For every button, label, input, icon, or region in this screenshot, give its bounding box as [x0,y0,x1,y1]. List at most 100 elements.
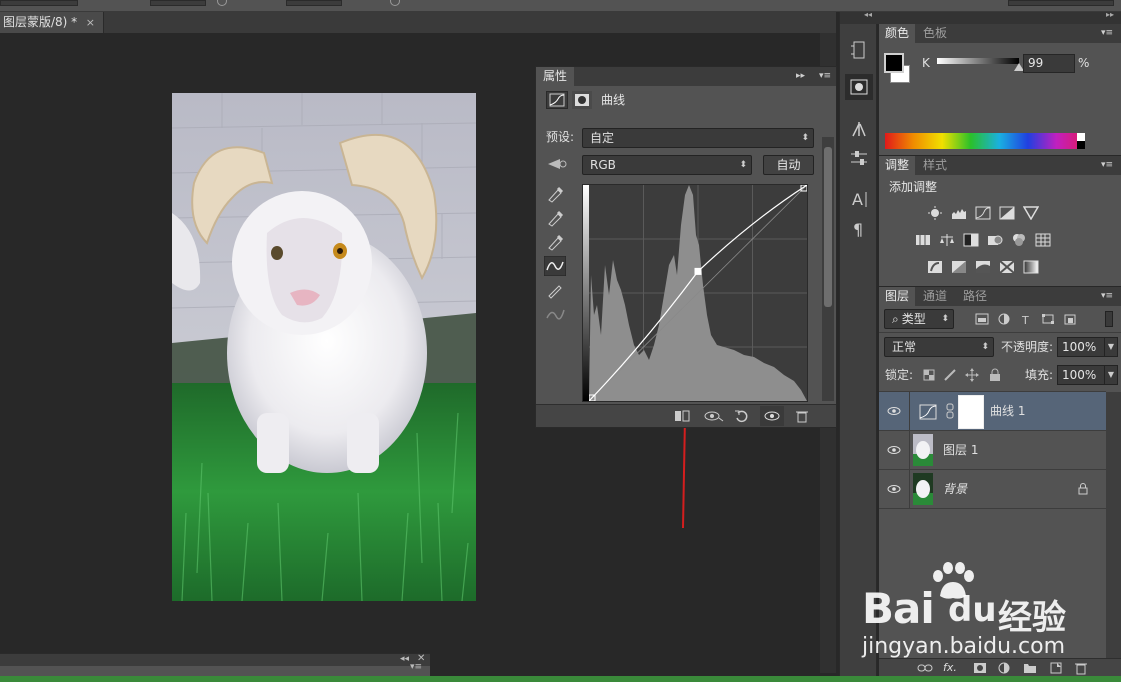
layer-mask-thumbnail[interactable] [958,395,984,429]
filter-kind-dropdown[interactable]: ⌕ 类型 ⬍ [884,309,954,329]
channel-mixer-icon[interactable] [1011,233,1027,247]
color-balance-icon[interactable] [939,233,955,247]
close-icon[interactable]: × [86,12,95,33]
k-value-input[interactable]: 99 [1023,54,1075,73]
layer-style-button[interactable]: fx. [943,661,957,674]
eye-icon[interactable] [887,406,901,416]
curves-adjustment-icon[interactable] [546,91,568,109]
threshold-icon[interactable] [975,260,991,274]
layer-row-curves[interactable]: 曲线 1 [879,392,1106,431]
channel-dropdown[interactable]: RGB ⬍ [582,155,752,175]
filter-shape-icon[interactable] [1041,313,1055,325]
properties-icon[interactable] [847,75,871,99]
panel-menu-icon[interactable]: ▾≡ [1101,156,1113,175]
tab-color[interactable]: 颜色 [879,24,916,43]
black-point-eyedropper-icon[interactable] [544,184,566,204]
eye-icon[interactable] [887,484,901,494]
layers-scrollbar[interactable] [1106,392,1121,658]
trash-icon[interactable] [795,409,809,423]
reset-icon[interactable] [734,409,750,423]
scrollbar-thumb[interactable] [824,147,832,307]
layer-row-layer1[interactable]: 图层 1 [879,431,1106,470]
brush-settings-icon[interactable] [847,146,871,170]
collapse-icon[interactable]: ◂◂ [400,654,409,664]
panel-menu-icon[interactable]: ▾≡ [1101,24,1113,43]
k-slider[interactable] [937,58,1019,64]
filter-toggle[interactable] [1105,311,1113,327]
exposure-icon[interactable] [999,206,1015,220]
smooth-icon[interactable] [544,304,566,324]
selective-color-icon[interactable] [999,260,1015,274]
color-ramp[interactable] [885,133,1085,149]
lock-transparent-icon[interactable] [923,369,935,381]
tab-adjustments[interactable]: 调整 [879,156,916,175]
pencil-icon[interactable] [544,280,566,300]
properties-tab[interactable]: 属性 [536,67,574,86]
paragraph-icon[interactable]: ¶ [847,217,871,241]
mask-icon[interactable] [572,91,592,109]
curve-point[interactable] [694,267,702,275]
gray-point-eyedropper-icon[interactable] [544,208,566,228]
posterize-icon[interactable] [951,260,967,274]
workspace-switcher[interactable] [1008,0,1114,6]
brush-presets-icon[interactable] [847,116,871,140]
photo-filter-icon[interactable] [987,233,1003,247]
options-circle-icon-2[interactable] [390,0,400,6]
layer-row-background[interactable]: 背景 [879,470,1106,509]
blend-mode-dropdown[interactable]: 正常 ⬍ [884,337,994,357]
tab-paths[interactable]: 路径 [957,287,993,306]
panel-menu-icon[interactable]: ▾≡ [1101,287,1113,306]
view-previous-state-icon[interactable] [704,409,724,423]
opacity-input[interactable]: 100% [1057,337,1105,357]
hue-saturation-icon[interactable] [915,233,931,247]
preset-dropdown[interactable]: 自定 ⬍ [582,128,814,148]
tab-channels[interactable]: 通道 [917,287,953,306]
levels-icon[interactable] [951,206,967,220]
tab-swatches[interactable]: 色板 [917,24,953,43]
brightness-contrast-icon[interactable] [927,206,943,220]
black-white-icon[interactable] [963,233,979,247]
tab-styles[interactable]: 样式 [917,156,953,175]
layer-thumbnail[interactable] [913,473,933,505]
panel-menu-icon[interactable]: ▾≡ [819,67,831,86]
visibility-toggle[interactable] [760,406,784,426]
filter-pixel-icon[interactable] [975,313,989,325]
filter-adjustment-icon[interactable] [997,313,1011,325]
new-adjustment-layer-icon[interactable] [997,661,1011,675]
fill-dropdown-arrow[interactable]: ▼ [1104,365,1118,385]
filter-type-icon[interactable]: T [1019,313,1033,325]
target-adjust-icon[interactable] [546,156,568,172]
collapse-icon[interactable]: ▸▸ [796,67,805,86]
tab-layers[interactable]: 图层 [879,287,916,306]
collapse-icon[interactable]: ▸▸ [1106,10,1114,19]
opacity-dropdown-arrow[interactable]: ▼ [1104,337,1118,357]
black-white-ramp[interactable] [1077,133,1085,149]
options-field[interactable] [150,0,206,6]
invert-icon[interactable] [927,260,943,274]
white-point-eyedropper-icon[interactable] [544,232,566,252]
clip-to-layer-icon[interactable] [674,409,692,423]
vibrance-icon[interactable] [1023,206,1039,220]
color-lookup-icon[interactable] [1035,233,1051,247]
add-mask-icon[interactable] [973,662,987,674]
lock-all-icon[interactable] [989,368,1001,382]
canvas-image[interactable] [172,93,476,601]
history-icon[interactable] [847,38,871,62]
panel-menu-icon[interactable]: ▾≡ [410,662,422,672]
options-widget[interactable] [0,0,78,6]
fill-input[interactable]: 100% [1057,365,1105,385]
character-icon[interactable]: A [847,187,871,211]
document-tab[interactable]: 图层蒙版/8) * × [0,12,104,33]
options-field-2[interactable] [286,0,342,6]
options-circle-icon[interactable] [217,0,227,6]
properties-scrollbar[interactable] [822,137,834,401]
lock-image-icon[interactable] [943,369,957,381]
lock-position-icon[interactable] [965,368,979,382]
foreground-color-swatch[interactable] [884,53,904,73]
curves-icon[interactable] [975,206,991,220]
eye-icon[interactable] [887,445,901,455]
trash-icon[interactable] [1075,661,1087,675]
auto-button[interactable]: 自动 [763,155,814,175]
chain-link-icon[interactable] [946,403,954,419]
new-group-icon[interactable] [1023,662,1037,674]
